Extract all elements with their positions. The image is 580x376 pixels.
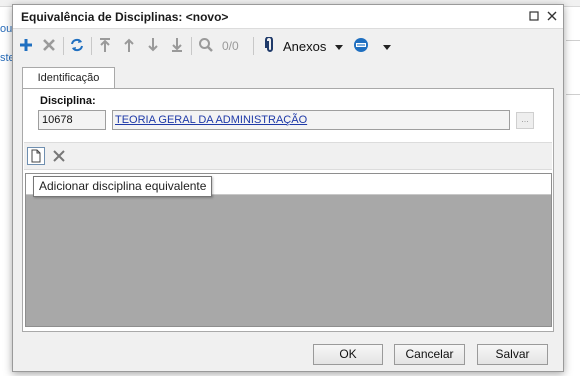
dialog-title: Equivalência de Disciplinas: <novo> <box>21 10 229 24</box>
move-first-icon[interactable] <box>96 36 114 54</box>
dialog-titlebar: Equivalência de Disciplinas: <novo> <box>13 5 563 29</box>
cancel-button[interactable]: Cancelar <box>394 344 465 365</box>
move-down-icon[interactable] <box>144 36 162 54</box>
disciplina-label: Disciplina: <box>40 95 96 107</box>
save-button[interactable]: Salvar <box>477 344 548 365</box>
delete-icon[interactable] <box>40 36 58 54</box>
move-up-icon[interactable] <box>120 36 138 54</box>
disciplina-name-link[interactable]: TEORIA GERAL DA ADMINISTRAÇÃO <box>115 114 307 126</box>
background-divider <box>566 40 580 41</box>
toolbar-separator <box>191 37 192 55</box>
chevron-down-icon[interactable] <box>383 45 391 50</box>
database-icon[interactable] <box>352 36 370 54</box>
background-text-fragment: ou <box>0 23 13 35</box>
new-document-icon[interactable] <box>27 147 45 165</box>
ok-button[interactable]: OK <box>313 344 383 365</box>
tab-identificacao[interactable]: Identificação <box>22 67 115 89</box>
disciplina-name-field: TEORIA GERAL DA ADMINISTRAÇÃO <box>112 110 510 130</box>
maximize-icon[interactable] <box>526 8 542 24</box>
equivalentes-grid[interactable]: Adicionar disciplina equivalente <box>25 173 552 327</box>
search-icon[interactable] <box>197 36 215 54</box>
move-last-icon[interactable] <box>168 36 186 54</box>
close-icon[interactable] <box>50 147 68 165</box>
add-icon[interactable] <box>17 36 35 54</box>
background-divider <box>566 94 580 95</box>
dialog-toolbar: 0/0 Anexos <box>13 29 563 61</box>
chevron-down-icon[interactable] <box>335 45 343 50</box>
toolbar-separator <box>63 37 64 55</box>
equivalentes-toolbar <box>24 142 552 170</box>
equivalencia-dialog: Equivalência de Disciplinas: <novo> 0/0 … <box>12 4 564 372</box>
tooltip: Adicionar disciplina equivalente <box>33 176 213 197</box>
lookup-button[interactable]: ... <box>516 112 534 129</box>
anexos-menu-button[interactable]: Anexos <box>283 39 326 54</box>
identificacao-panel: Disciplina: TEORIA GERAL DA ADMINISTRAÇÃ… <box>22 88 554 332</box>
refresh-icon[interactable] <box>68 36 86 54</box>
record-counter: 0/0 <box>222 39 239 53</box>
toolbar-separator <box>253 37 254 55</box>
close-window-icon[interactable] <box>544 8 560 24</box>
paperclip-icon[interactable] <box>263 36 277 54</box>
disciplina-code-field[interactable] <box>38 110 106 130</box>
toolbar-separator <box>91 37 92 55</box>
